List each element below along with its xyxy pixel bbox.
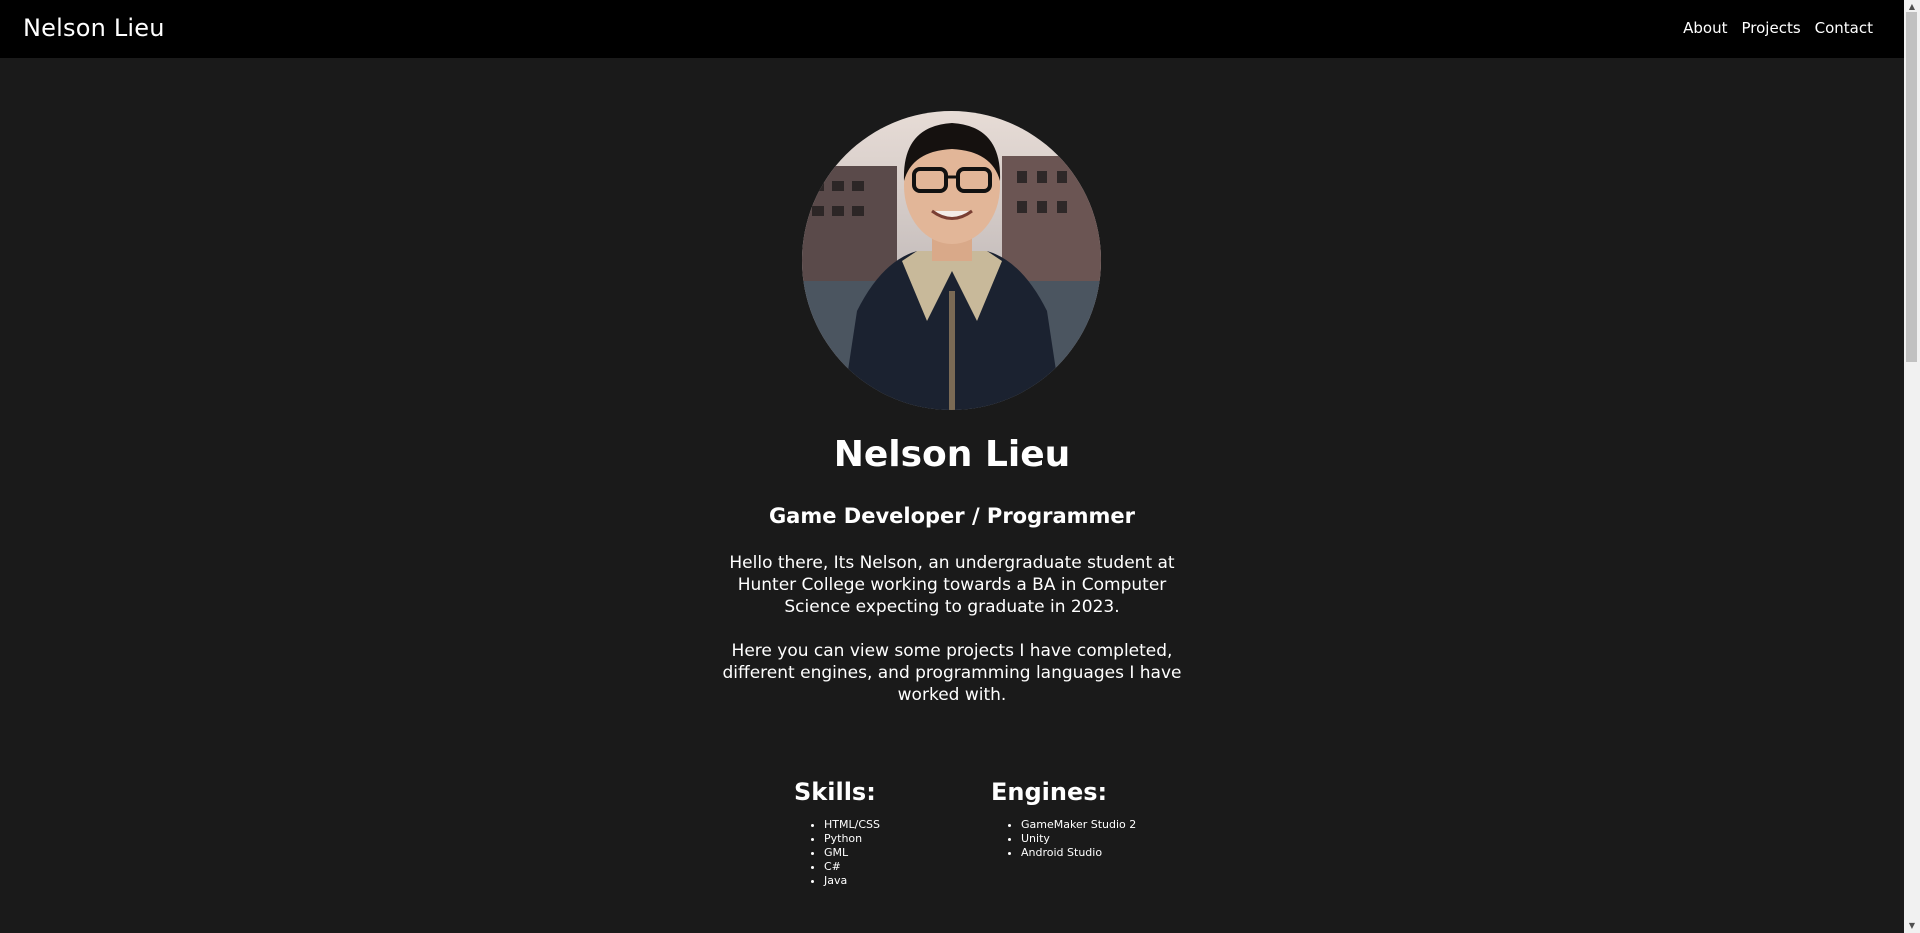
top-navbar: Nelson Lieu About Projects Contact	[0, 0, 1904, 58]
nav-links: About Projects Contact	[1683, 19, 1873, 37]
skills-section: Skills: HTML/CSS Python GML C# Java	[794, 778, 880, 888]
skills-list: HTML/CSS Python GML C# Java	[794, 818, 880, 888]
skill-item: Python	[824, 832, 880, 846]
vertical-scrollbar[interactable]: ▲ ▼	[1904, 0, 1920, 933]
profile-name: Nelson Lieu	[833, 434, 1071, 475]
profile-photo-image	[802, 111, 1101, 410]
skills-heading: Skills:	[794, 778, 876, 806]
skill-item: GML	[824, 846, 880, 860]
profile-photo	[802, 111, 1101, 410]
nav-link-contact[interactable]: Contact	[1815, 19, 1873, 37]
engines-section: Engines: GameMaker Studio 2 Unity Androi…	[991, 778, 1136, 860]
skill-item: C#	[824, 860, 880, 874]
engines-heading: Engines:	[991, 778, 1108, 806]
scroll-down-icon[interactable]: ▼	[1904, 919, 1920, 933]
engine-item: GameMaker Studio 2	[1021, 818, 1136, 832]
nav-link-projects[interactable]: Projects	[1742, 19, 1801, 37]
skill-item: HTML/CSS	[824, 818, 880, 832]
engine-item: Unity	[1021, 832, 1136, 846]
bio-paragraph-2: Here you can view some projects I have c…	[722, 641, 1182, 705]
engines-list: GameMaker Studio 2 Unity Android Studio	[991, 818, 1136, 860]
nav-link-about[interactable]: About	[1683, 19, 1727, 37]
profile-role: Game Developer / Programmer	[768, 504, 1136, 528]
page: Nelson Lieu About Projects Contact Nelso…	[0, 0, 1920, 933]
bio-paragraph-1: Hello there, Its Nelson, an undergraduat…	[729, 553, 1175, 617]
scrollbar-thumb[interactable]	[1906, 12, 1917, 362]
engine-item: Android Studio	[1021, 846, 1136, 860]
skill-item: Java	[824, 874, 880, 888]
brand-link[interactable]: Nelson Lieu	[23, 14, 165, 42]
